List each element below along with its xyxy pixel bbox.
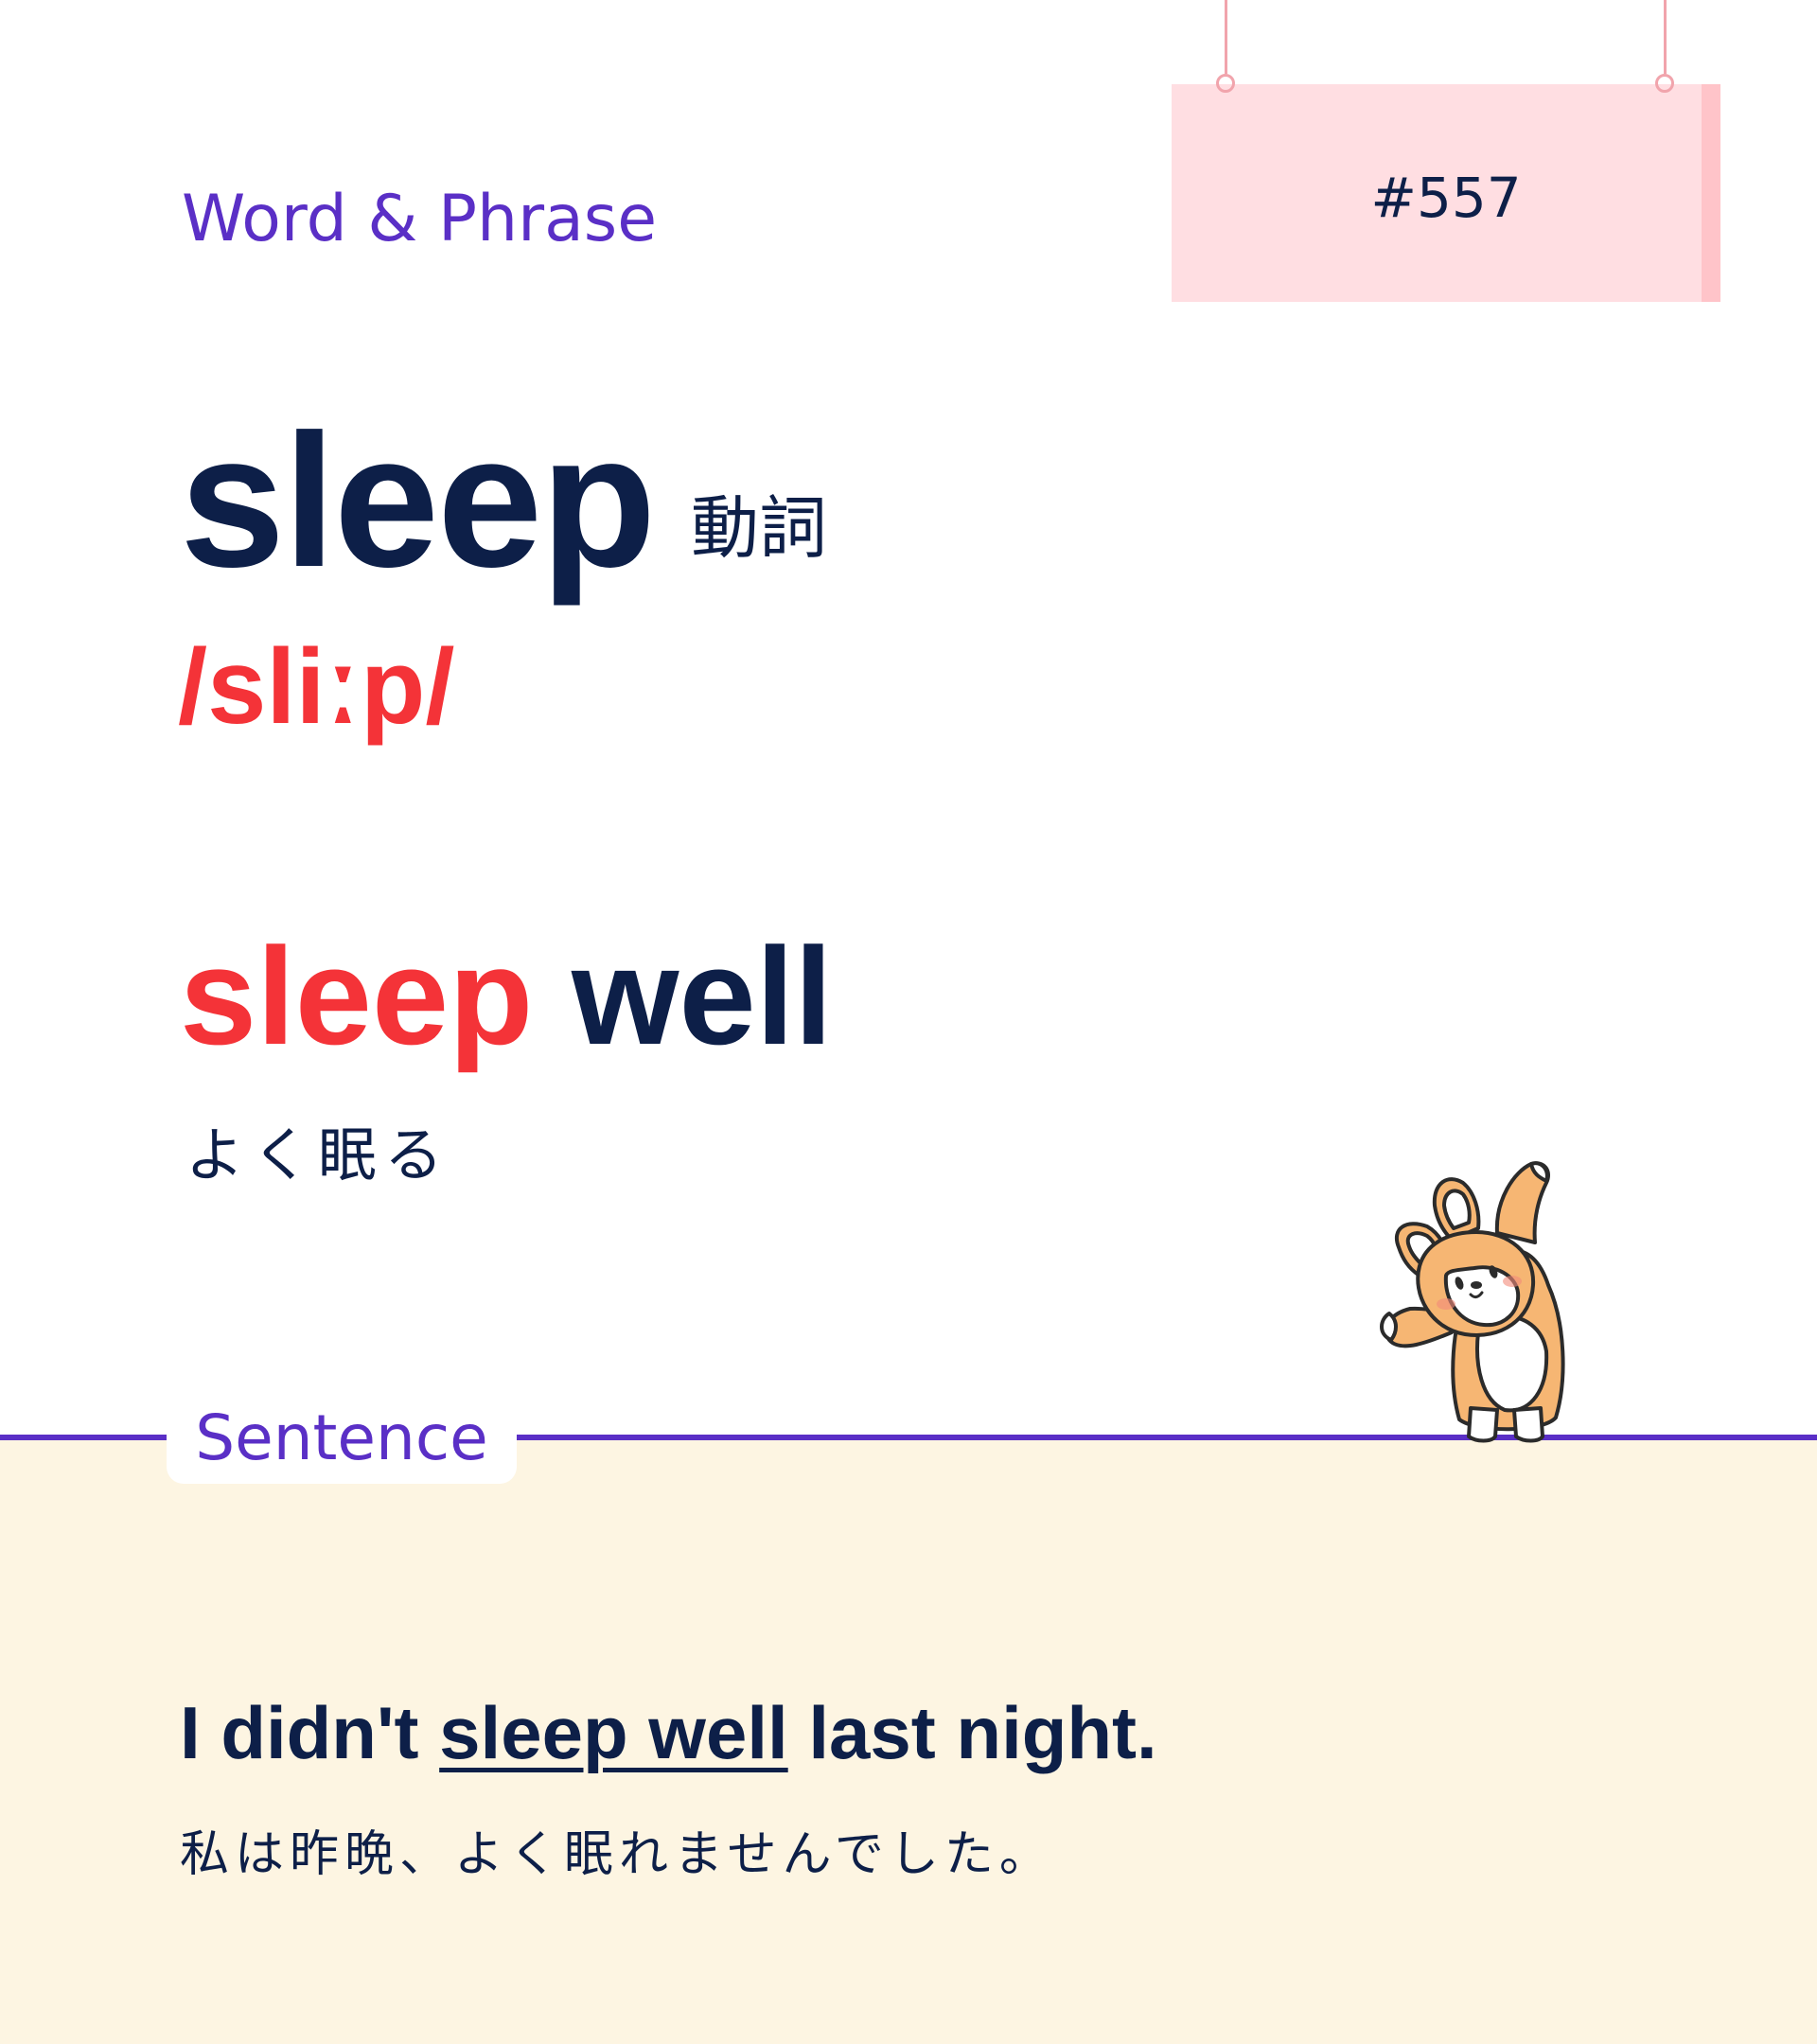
sentence-tab-label: Sentence <box>195 1401 488 1474</box>
example-sentence-target: sleep well <box>439 1691 788 1774</box>
phrase: sleep well <box>180 927 833 1066</box>
pronunciation: /sliːp/ <box>178 627 455 746</box>
sign-string-right <box>1664 0 1667 74</box>
example-sentence-translation: 私は昨晩、よく眠れませんでした。 <box>180 1826 1054 1883</box>
entry-number: #557 <box>1370 166 1522 230</box>
section-label-word-phrase: Word & Phrase <box>182 182 658 256</box>
phrase-highlight: sleep <box>180 919 534 1073</box>
example-sentence: I didn't sleep well last night. <box>180 1696 1157 1770</box>
headword: sleep <box>180 396 656 607</box>
part-of-speech: 動詞 <box>691 488 828 568</box>
phrase-rest: well <box>533 919 833 1073</box>
phrase-translation: よく眠る <box>185 1120 451 1189</box>
sign-hook-right <box>1655 74 1674 93</box>
example-sentence-after: last night. <box>787 1691 1157 1774</box>
sign-string-left <box>1225 0 1227 74</box>
corgi-dog-icon <box>1380 1161 1565 1443</box>
sign-hook-left <box>1216 74 1235 93</box>
example-sentence-before: I didn't <box>180 1691 440 1774</box>
